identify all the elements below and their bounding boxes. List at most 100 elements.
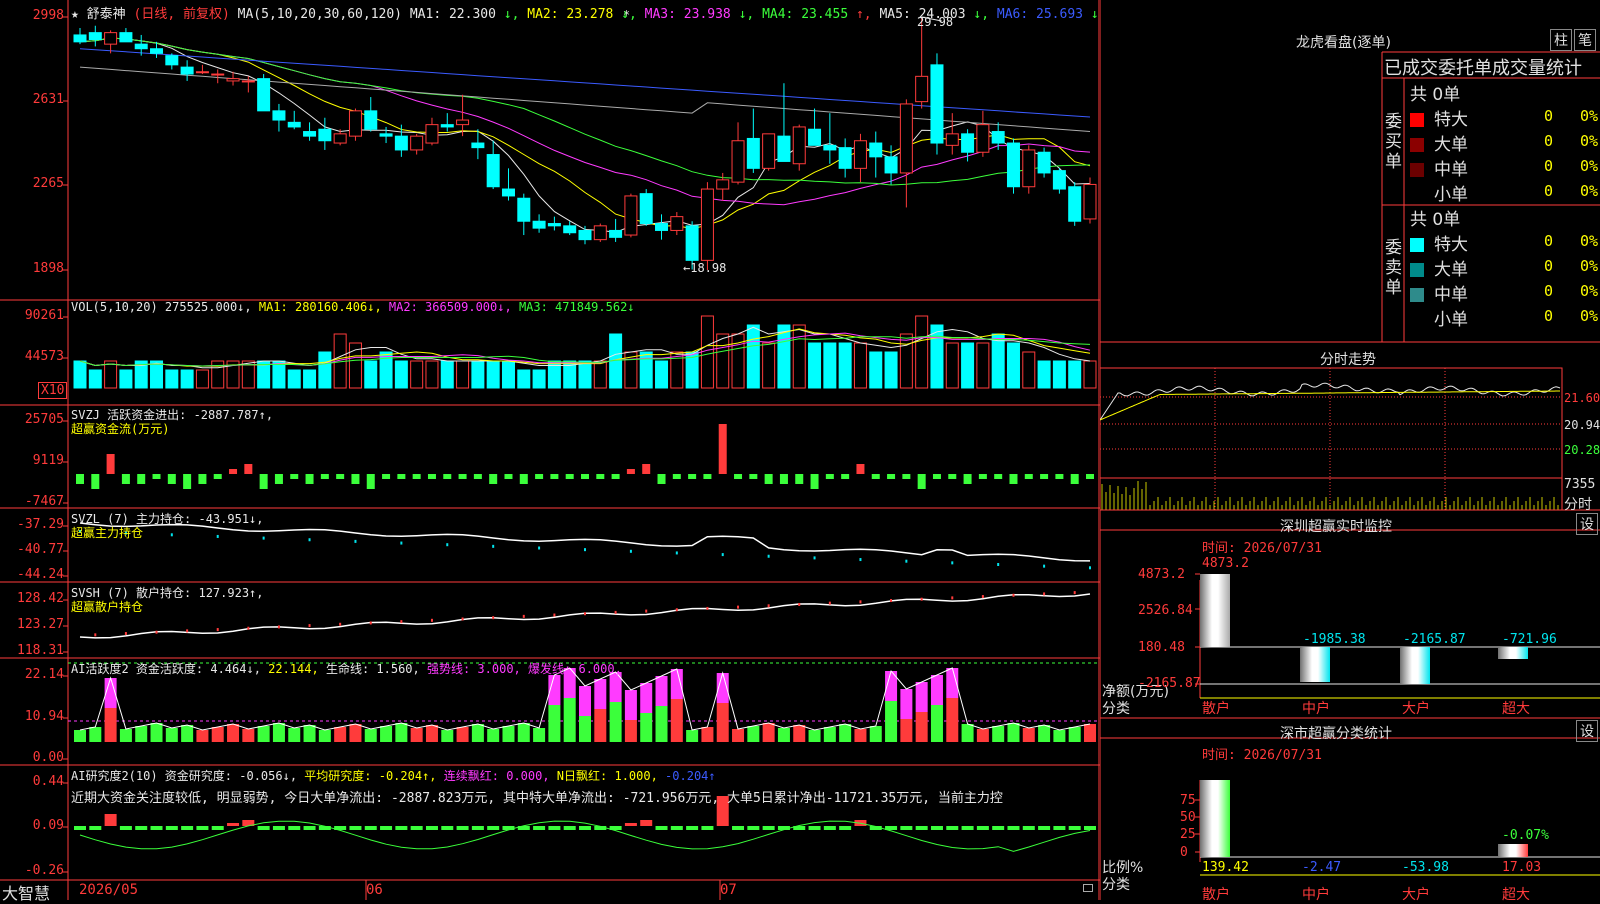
monitor-settings-button[interactable]: 设 bbox=[1576, 513, 1598, 535]
volume-bar bbox=[976, 342, 990, 389]
volume-bar bbox=[746, 324, 760, 389]
volume-bar bbox=[1006, 342, 1020, 389]
favorite-star-icon[interactable]: ★ bbox=[71, 7, 79, 22]
ai-active-top-bar bbox=[900, 689, 913, 719]
volume-bar bbox=[517, 369, 531, 389]
volume-bar bbox=[532, 369, 546, 389]
buy-pct-0: 0% bbox=[1580, 107, 1599, 125]
candle-body bbox=[578, 229, 592, 241]
ai-research-bar bbox=[762, 826, 775, 830]
svsh-tick bbox=[890, 599, 893, 603]
svsh-axis-2: 123.27 bbox=[17, 617, 64, 632]
svsh-tick bbox=[1012, 593, 1015, 597]
svzj-bar bbox=[626, 469, 635, 474]
svsh-tick bbox=[155, 630, 158, 634]
ai-research-comment: 近期大资金关注度较低, 明显弱势, 今日大单净流出: -2887.823万元, … bbox=[71, 791, 1003, 806]
volume-bar bbox=[410, 360, 424, 389]
candle-body bbox=[180, 66, 194, 75]
svsh-tick bbox=[522, 614, 525, 618]
ai-research-header-3: N日飘红: 1.000, bbox=[556, 769, 666, 783]
ai-active-axis-2: 10.94 bbox=[24, 709, 64, 724]
ai-active-bar bbox=[74, 730, 86, 742]
volume-bar bbox=[88, 369, 102, 389]
volume-bar bbox=[1068, 360, 1082, 389]
app-logo: 大智慧 bbox=[2, 884, 51, 903]
svzj-bar bbox=[397, 474, 406, 479]
buy-row-3: 小单 bbox=[1410, 180, 1468, 205]
category-cat-0: 散户 bbox=[1202, 887, 1230, 903]
monitor-bar-super bbox=[1498, 647, 1528, 659]
ai-research-bar bbox=[410, 826, 423, 830]
stroke-mode-button[interactable]: 笔 bbox=[1574, 29, 1596, 51]
ai-research-bar bbox=[548, 826, 561, 830]
svzj-bar bbox=[1070, 474, 1079, 484]
vol-header-0: VOL(5,10,20) bbox=[71, 300, 165, 314]
ai-research-bar bbox=[1068, 826, 1081, 830]
ai-active-bar bbox=[441, 730, 454, 742]
category-settings-button[interactable]: 设 bbox=[1576, 720, 1598, 742]
candle-body bbox=[976, 124, 990, 153]
volume-bar bbox=[838, 342, 852, 389]
ai-research-bar bbox=[425, 826, 438, 830]
monitor-bar-label-3: -721.96 bbox=[1502, 632, 1557, 647]
svzj-bar bbox=[948, 474, 957, 479]
ai-active-bar bbox=[196, 730, 209, 742]
svzj-bar bbox=[718, 424, 727, 474]
vol-header-3: MA2: 366509.000↓, bbox=[388, 300, 519, 314]
right-bg bbox=[1100, 0, 1600, 900]
ai-active-header-2: 生命线: 1.560, bbox=[325, 662, 427, 676]
ai-active-bar bbox=[257, 726, 270, 742]
svzj-bar bbox=[290, 474, 299, 479]
sell-value-1: 0 bbox=[1544, 257, 1554, 275]
category-axis-2: 25 bbox=[1180, 827, 1196, 842]
ai-active-bar bbox=[119, 729, 132, 742]
ai-active-header-3: 强势线: 3.000, bbox=[426, 662, 529, 676]
volume-bar bbox=[869, 351, 883, 389]
ai-active-bar bbox=[471, 724, 484, 742]
ai-active-bar bbox=[579, 716, 591, 742]
ai-active-top-bar bbox=[579, 686, 591, 716]
ai-active-bar bbox=[716, 703, 729, 742]
svzl-tick bbox=[767, 554, 770, 558]
svzj-bar bbox=[841, 474, 850, 479]
svzl-tick bbox=[859, 558, 862, 562]
category-cat-2: 大户 bbox=[1402, 887, 1430, 903]
bar-mode-button[interactable]: 柱 bbox=[1550, 29, 1572, 51]
monitor-cat-1: 中户 bbox=[1302, 701, 1330, 717]
volume-bar bbox=[792, 324, 806, 389]
buy-pct-3: 0% bbox=[1580, 182, 1599, 200]
svsh-tick bbox=[492, 616, 495, 620]
volume-bar bbox=[1037, 360, 1051, 389]
candle-body bbox=[731, 140, 745, 183]
category-value-0: 139.42 bbox=[1202, 860, 1249, 875]
candle-body bbox=[792, 126, 806, 165]
buy-total: 共 0单 bbox=[1410, 85, 1461, 105]
svzj-bar bbox=[932, 474, 941, 479]
sell-row-0: 特大 bbox=[1410, 230, 1468, 255]
ai-research-bar bbox=[272, 826, 285, 830]
svzl-subtitle: 超赢主力持仓 bbox=[71, 526, 144, 540]
ai-research-bar bbox=[349, 826, 362, 830]
ai-research-bar bbox=[303, 826, 316, 830]
kline-chart-area[interactable]: * bbox=[0, 0, 1100, 900]
candle-body bbox=[348, 110, 362, 137]
svzl-tick bbox=[584, 548, 586, 552]
ma1-arrow: ↓, bbox=[503, 7, 528, 22]
ai-research-bar bbox=[992, 826, 1005, 830]
svsh-tick bbox=[614, 610, 617, 614]
ai-active-bar bbox=[181, 725, 194, 742]
candle-body bbox=[287, 121, 301, 128]
volume-bar bbox=[119, 369, 133, 389]
candle-body bbox=[1006, 142, 1020, 188]
svzl-axis-1: -37.29 bbox=[17, 517, 64, 532]
ai-active-bar bbox=[533, 728, 546, 742]
lock-icon[interactable] bbox=[1083, 884, 1093, 892]
svzj-bar bbox=[213, 474, 222, 479]
ai-research-bar bbox=[227, 823, 240, 826]
volume-bar bbox=[777, 324, 791, 389]
monitor-cat-2: 大户 bbox=[1402, 701, 1430, 717]
volume-bar bbox=[716, 333, 730, 389]
chart-mode[interactable]: (日线, 前复权) bbox=[134, 7, 230, 22]
candle-body bbox=[379, 133, 393, 137]
ai-research-bar bbox=[655, 826, 668, 830]
